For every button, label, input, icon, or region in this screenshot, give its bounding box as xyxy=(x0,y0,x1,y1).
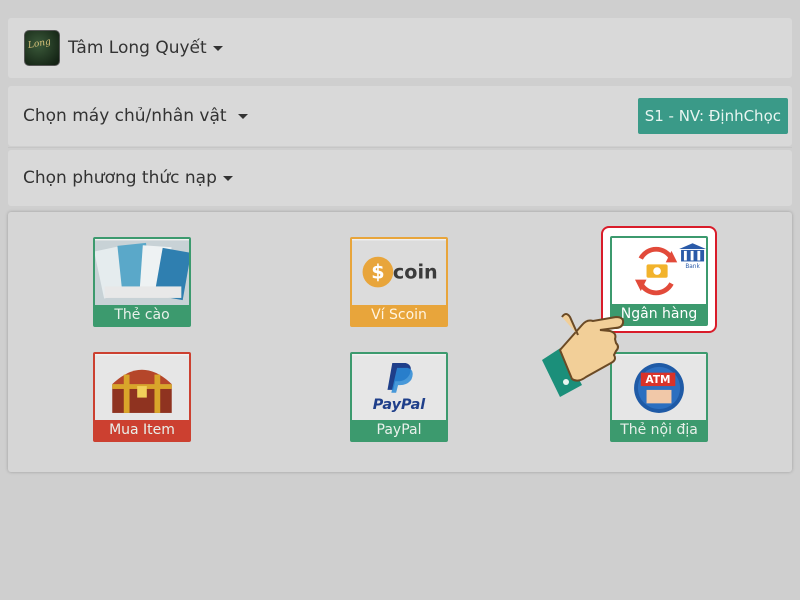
bank-transfer-icon: Bank xyxy=(612,239,706,305)
method-card-paypal[interactable]: PayPal PayPal xyxy=(350,352,448,442)
game-name: Tâm Long Quyết xyxy=(68,38,207,58)
payment-method-label: Chọn phương thức nạp xyxy=(23,168,217,188)
scoin-icon: $ coin xyxy=(352,240,446,306)
method-card-buy-item[interactable]: Mua Item xyxy=(93,352,191,442)
server-selector-label-wrap: Chọn máy chủ/nhân vật xyxy=(23,106,248,126)
method-card-label: PayPal xyxy=(352,420,446,440)
method-card-label: Thẻ nội địa xyxy=(612,420,706,440)
scoin-logo-text: coin xyxy=(393,261,438,284)
selected-server-badge[interactable]: S1 - NV: ĐịnhChọc xyxy=(637,98,788,134)
treasure-chest-icon xyxy=(95,355,189,421)
server-selector-label: Chọn máy chủ/nhân vật xyxy=(23,106,227,126)
game-logo: Long xyxy=(24,30,60,66)
chevron-down-icon xyxy=(212,45,223,51)
game-selector[interactable]: Long Tâm Long Quyết xyxy=(8,18,792,78)
paypal-logo-text: PayPal xyxy=(373,397,427,413)
svg-text:$: $ xyxy=(371,261,384,284)
server-selector[interactable]: Chọn máy chủ/nhân vật S1 - NV: ĐịnhChọc xyxy=(8,86,792,146)
method-card-label: Mua Item xyxy=(95,420,189,440)
paypal-icon: PayPal xyxy=(352,355,446,421)
atm-logo-text: ATM xyxy=(646,374,671,386)
chevron-down-icon xyxy=(237,113,248,119)
payment-method-selector[interactable]: Chọn phương thức nạp xyxy=(8,150,792,206)
bank-logo-text: Bank xyxy=(685,264,700,270)
method-card-scoin[interactable]: $ coin Ví Scoin xyxy=(350,237,448,327)
method-card-scratch-card[interactable]: Thẻ cào xyxy=(93,237,191,327)
card-stack-icon xyxy=(95,240,189,306)
method-card-label: Ví Scoin xyxy=(352,305,446,325)
divider xyxy=(8,147,792,148)
method-card-label: Thẻ cào xyxy=(95,305,189,325)
chevron-down-icon xyxy=(222,175,233,181)
pointing-hand-icon xyxy=(542,313,625,397)
